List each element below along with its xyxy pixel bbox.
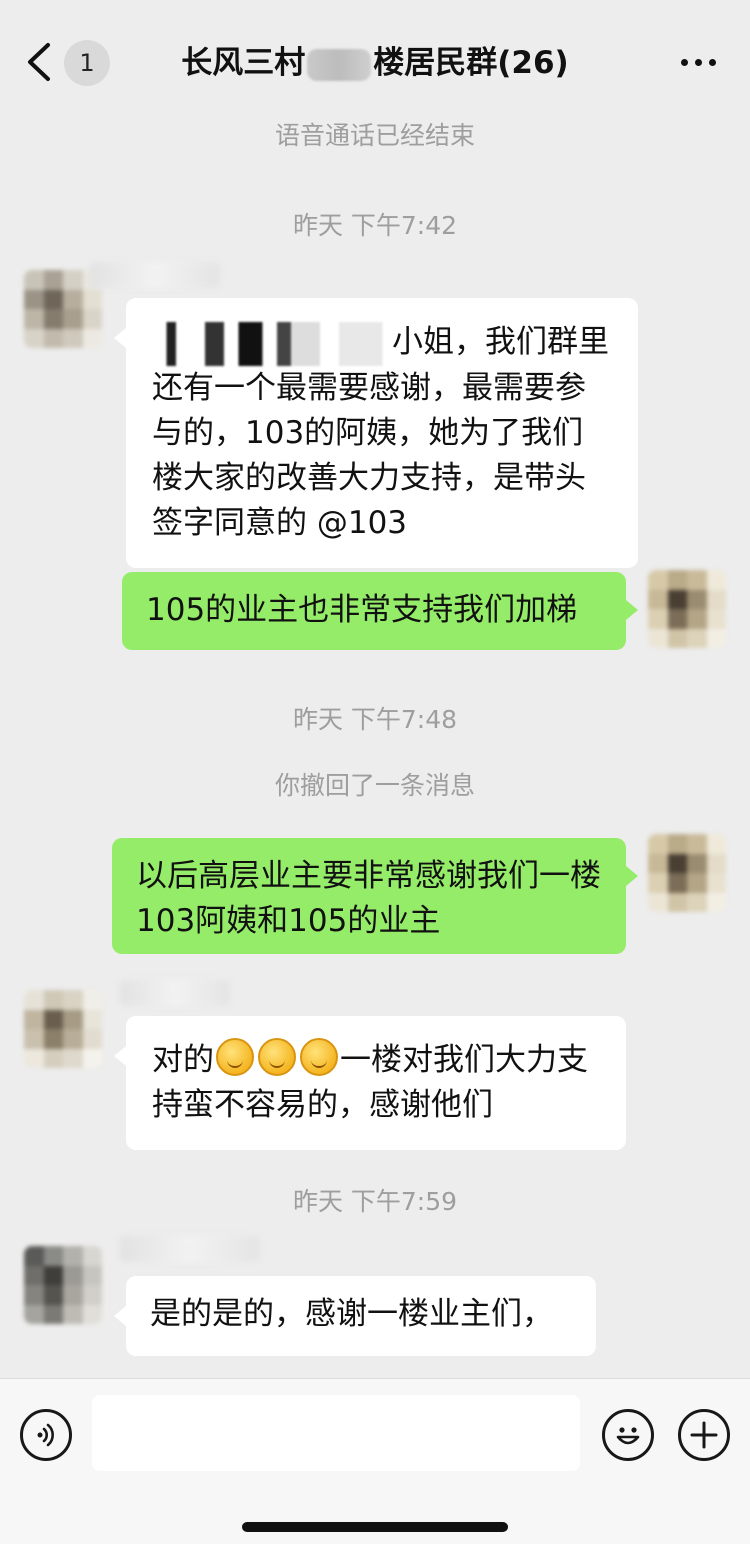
sender-name-redacted bbox=[90, 262, 220, 288]
redacted-blur bbox=[307, 48, 372, 81]
emoji-button[interactable] bbox=[602, 1409, 654, 1461]
message-text: 是的是的，感谢一楼业主们， bbox=[150, 1296, 553, 1332]
input-bar bbox=[0, 1378, 750, 1544]
dot-icon bbox=[694, 58, 702, 66]
redacted-mosaic bbox=[152, 321, 392, 366]
timestamp: 昨天 下午7:48 bbox=[292, 705, 458, 734]
chat-title-suffix: 楼居民群(26) bbox=[373, 45, 569, 81]
dot-icon bbox=[680, 58, 688, 66]
avatar-self[interactable] bbox=[648, 570, 726, 648]
message-text: 对的 bbox=[152, 1042, 214, 1078]
chat-header: 1 长风三村 楼居民群(26) bbox=[0, 0, 750, 104]
dot-icon bbox=[708, 58, 716, 66]
message-bubble[interactable]: 对的 一楼对我们大力支持蛮不容易的，感谢他们 bbox=[114, 1016, 626, 1150]
plus-icon bbox=[690, 1421, 718, 1449]
system-message-call-ended: 语音通话已经结束 bbox=[274, 121, 475, 150]
avatar[interactable] bbox=[24, 1246, 102, 1324]
avatar[interactable] bbox=[24, 990, 102, 1068]
chat-title-prefix: 长风三村 bbox=[181, 45, 306, 81]
home-indicator[interactable] bbox=[242, 1522, 508, 1532]
message-text: 105的业主也非常支持我们加梯 bbox=[146, 592, 578, 628]
message-bubble[interactable]: 小姐，我们群里还有一个最需要感谢，最需要参与的，103的阿姨，她为了我们楼大家的… bbox=[114, 298, 638, 568]
avatar-self[interactable] bbox=[648, 834, 726, 912]
message-bubble-self[interactable]: 105的业主也非常支持我们加梯 bbox=[122, 572, 638, 650]
thinking-face-emoji-icon bbox=[216, 1038, 254, 1076]
voice-icon bbox=[37, 1423, 54, 1447]
more-functions-button[interactable] bbox=[678, 1409, 730, 1461]
chat-title: 长风三村 楼居民群(26) bbox=[130, 38, 620, 88]
timestamp: 昨天 下午7:59 bbox=[292, 1187, 458, 1216]
more-options-button[interactable] bbox=[668, 42, 728, 82]
message-text: 以后高层业主要非常感谢我们一楼103阿姨和105的业主 bbox=[136, 858, 601, 939]
sender-name-redacted bbox=[120, 1236, 260, 1262]
unread-badge: 1 bbox=[64, 40, 110, 86]
chevron-left-icon bbox=[28, 43, 50, 81]
timestamp: 昨天 下午7:42 bbox=[292, 211, 458, 240]
thinking-face-emoji-icon bbox=[258, 1038, 296, 1076]
emoji-icon bbox=[616, 1427, 640, 1445]
message-bubble-self[interactable]: 以后高层业主要非常感谢我们一楼103阿姨和105的业主 bbox=[112, 838, 638, 954]
back-button[interactable]: 1 bbox=[22, 34, 112, 90]
system-message-recalled: 你撤回了一条消息 bbox=[274, 771, 475, 800]
message-input[interactable] bbox=[92, 1395, 580, 1471]
voice-input-button[interactable] bbox=[20, 1409, 72, 1461]
message-bubble[interactable]: 是的是的，感谢一楼业主们， bbox=[114, 1276, 596, 1356]
sender-name-redacted bbox=[120, 980, 230, 1006]
thinking-face-emoji-icon bbox=[300, 1038, 338, 1076]
